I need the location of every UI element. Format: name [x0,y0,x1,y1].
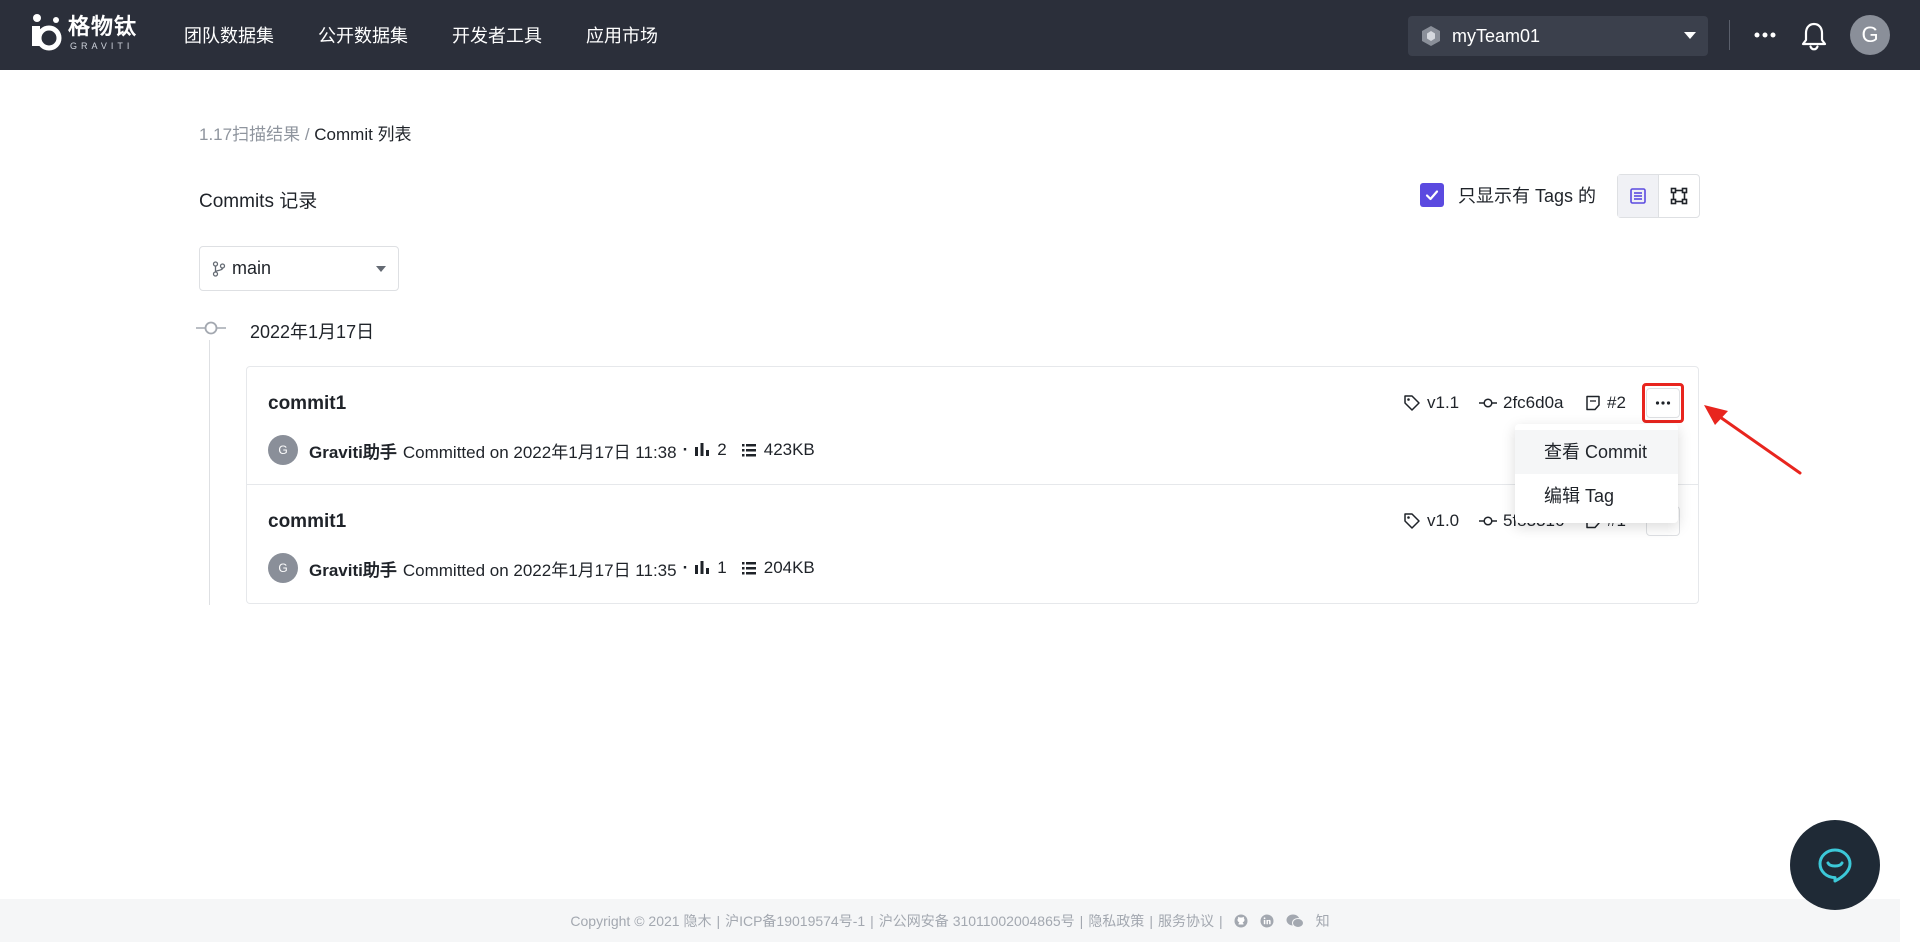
graph-view-button[interactable] [1659,175,1700,217]
linkedin-icon[interactable] [1260,914,1274,928]
commit-title[interactable]: commit1 [268,511,346,533]
tags-only-filter[interactable]: 只显示有 Tags 的 [1420,182,1596,208]
tag-icon [1404,395,1420,411]
git-commit-icon [1479,398,1497,408]
nav-app-market[interactable]: 应用市场 [586,22,658,48]
storage-list-icon [741,444,756,457]
commit-tag-label: v1.0 [1427,511,1460,530]
footer-terms[interactable]: 服务协议 [1158,911,1214,931]
commit-actions-dropdown: 查看 Commit 编辑 Tag [1515,424,1678,523]
tag-icon [1404,513,1420,529]
more-horizontal-icon[interactable] [1752,24,1778,46]
nav-team-datasets[interactable]: 团队数据集 [184,22,274,48]
breadcrumb-separator: / [300,125,315,144]
commit-size: 204KB [763,558,815,577]
top-navigation-bar: 格物钛 GRAVITI 团队数据集 公开数据集 开发者工具 应用市场 myTea… [0,0,1920,70]
graph-view-icon [1670,187,1688,205]
list-view-button[interactable] [1618,175,1659,217]
separator-dot: · [682,558,689,577]
footer-police[interactable]: 沪公网安备 31011002004865号 [879,911,1075,931]
annotation-arrow-icon [1704,405,1802,475]
commit-time: Committed on 2022年1月17日 11:38 [402,442,677,462]
timeline-line [209,340,210,605]
commit-author: Graviti助手 [309,442,397,462]
footer-privacy[interactable]: 隐私政策 [1088,911,1144,931]
topbar-divider [1729,20,1730,50]
commit-hash-label: 2fc6d0a [1503,393,1564,412]
branch-selector[interactable]: main [199,246,399,291]
commit-number[interactable]: #2 [1585,393,1626,413]
note-icon [1586,395,1600,411]
commit-tag[interactable]: v1.1 [1403,393,1459,413]
commit-time: Committed on 2022年1月17日 11:35 [402,560,677,580]
team-name: myTeam01 [1452,25,1541,46]
breadcrumb-current: Commit 列表 [314,125,412,144]
bar-chart-icon [695,443,710,456]
tags-only-label: 只显示有 Tags 的 [1458,186,1597,206]
commit-tag-label: v1.1 [1427,393,1460,412]
graviti-logo[interactable]: 格物钛 GRAVITI [28,12,137,54]
logo-en: GRAVITI [70,41,134,51]
main-nav: 团队数据集 公开数据集 开发者工具 应用市场 [184,0,702,70]
commit-card[interactable]: commit1 G Graviti助手 Committed on 2022年1月… [246,366,1699,485]
footer-separator: | [870,912,874,929]
author-avatar: G [268,435,298,465]
branch-name: main [232,258,272,278]
commit-hash[interactable]: 2fc6d0a [1479,393,1564,413]
nav-public-datasets[interactable]: 公开数据集 [318,22,408,48]
footer-icp[interactable]: 沪ICP备19019574号-1 [725,911,865,931]
breadcrumb-parent[interactable]: 1.17扫描结果 [199,125,300,144]
breadcrumb: 1.17扫描结果 / Commit 列表 [199,120,412,145]
commit-count: 1 [717,558,727,577]
separator-dot: · [682,440,689,459]
commit-number-label: #2 [1607,393,1626,412]
checkmark-icon [1425,190,1439,201]
chat-support-button[interactable] [1790,820,1880,910]
nav-developer-tools[interactable]: 开发者工具 [452,22,542,48]
list-view-icon [1629,188,1646,204]
zhihu-icon[interactable]: 知 [1316,911,1330,931]
footer-separator: | [1079,912,1084,929]
caret-down-icon [1684,32,1696,39]
menu-item-edit-tag[interactable]: 编辑 Tag [1515,474,1678,518]
menu-item-view-commit[interactable]: 查看 Commit [1515,430,1678,474]
annotation-highlight-box [1642,383,1684,423]
footer-separator: | [1149,912,1153,929]
caret-down-icon [376,266,386,272]
commit-count: 2 [717,440,727,459]
timeline-commit-node-icon [196,321,226,335]
team-hexagon-icon [1422,26,1440,46]
footer-separator: | [1218,912,1223,929]
logo-cn: 格物钛 [68,14,138,39]
git-commit-icon [1479,516,1497,526]
commit-card[interactable]: commit1 G Graviti助手 Committed on 2022年1月… [246,485,1699,604]
graviti-logo-icon [32,14,62,51]
team-selector[interactable]: myTeam01 [1408,16,1708,56]
page-scrollbar[interactable] [1900,70,1920,942]
tags-only-checkbox[interactable] [1420,183,1444,207]
page-footer: Copyright © 2021 隐木 | 沪ICP备19019574号-1 |… [0,899,1900,942]
bar-chart-icon [695,561,710,574]
wechat-icon[interactable] [1286,914,1304,928]
logo-text: 格物钛 GRAVITI [68,14,137,52]
page-title: Commits 记录 [199,191,318,212]
commit-meta: G Graviti助手 Committed on 2022年1月17日 11:3… [268,553,815,583]
commit-author: Graviti助手 [309,560,397,580]
commit-title[interactable]: commit1 [268,393,346,415]
commit-size: 423KB [763,440,815,459]
commit-meta: G Graviti助手 Committed on 2022年1月17日 11:3… [268,435,815,465]
view-mode-toggle [1617,174,1700,218]
timeline-date: 2022年1月17日 [250,322,375,342]
user-avatar[interactable]: G [1850,15,1890,55]
chat-bubble-icon [1818,848,1852,883]
git-branch-icon [212,260,226,277]
author-avatar: G [268,553,298,583]
storage-list-icon [741,562,756,575]
github-icon[interactable] [1234,914,1248,928]
footer-separator: | [716,912,721,929]
commit-tag[interactable]: v1.0 [1403,511,1459,531]
notification-bell-icon[interactable] [1800,21,1828,51]
footer-copyright: Copyright © 2021 隐木 [570,912,712,929]
